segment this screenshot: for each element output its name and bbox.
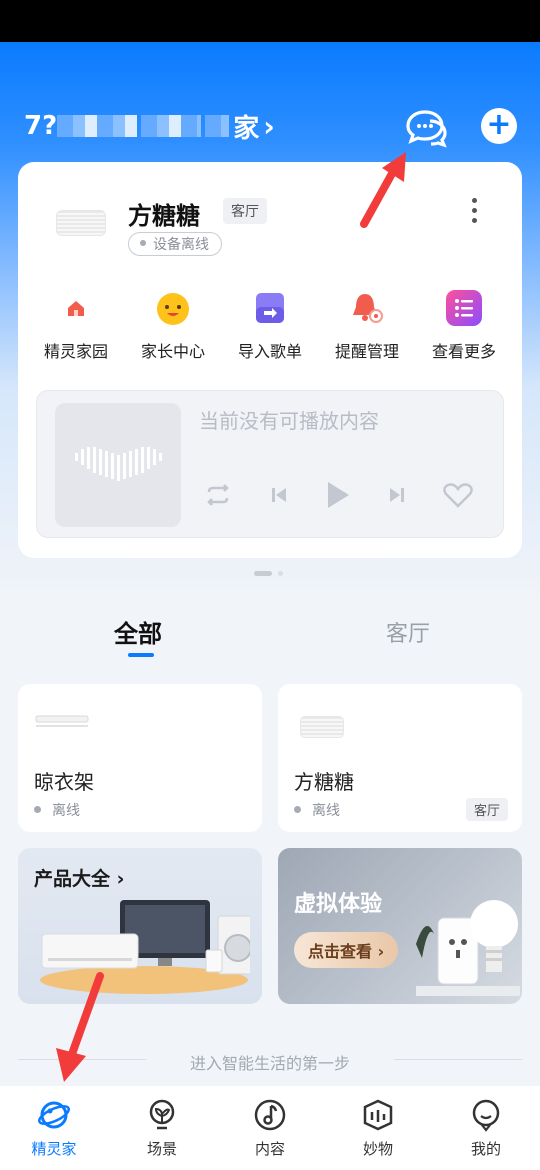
heart-icon[interactable] <box>443 482 473 512</box>
nav-label: 场景 <box>146 1140 177 1158</box>
nav-label: 妙物 <box>362 1140 393 1158</box>
device-name: 方糖糖 <box>294 770 354 794</box>
bottom-nav: 精灵家 场景 内容 妙物 我的 <box>0 1086 540 1170</box>
face-icon <box>469 1098 503 1132</box>
quick-action-parent-center[interactable]: 家长中心 <box>125 288 221 362</box>
device-status: 离线 <box>34 800 80 820</box>
device-name: 方糖糖 <box>128 202 200 230</box>
drying-rack-icon <box>35 715 89 727</box>
player-placeholder: 当前没有可播放内容 <box>199 409 379 433</box>
play-icon[interactable] <box>325 480 351 514</box>
quick-action-label: 导入歌单 <box>237 342 302 361</box>
status-bar <box>0 0 540 42</box>
import-playlist-icon <box>250 288 290 328</box>
card-pager <box>254 571 286 577</box>
home-icon <box>56 288 96 328</box>
more-vertical-icon[interactable] <box>466 198 482 228</box>
redacted-text <box>205 115 230 137</box>
bell-icon <box>347 288 387 328</box>
quick-action-home[interactable]: 精灵家园 <box>28 288 124 362</box>
home-selector[interactable]: 7? 家 › <box>24 108 275 144</box>
device-tile-speaker[interactable]: 方糖糖 离线 客厅 <box>278 684 522 832</box>
nav-item-scenes[interactable]: 场景 <box>108 1086 216 1170</box>
promo-title: 虚拟体验 <box>294 892 383 917</box>
annotation-arrow-icon <box>56 972 104 1082</box>
player-controls <box>203 479 473 515</box>
box-icon <box>361 1098 395 1132</box>
bulb-leaf-icon <box>145 1098 179 1132</box>
add-icon[interactable]: + <box>481 108 517 144</box>
device-status-badge: 设备离线 <box>128 232 222 256</box>
speaker-icon <box>300 716 344 738</box>
quick-action-label: 提醒管理 <box>334 342 399 361</box>
tab-indicator <box>128 653 154 657</box>
device-card[interactable]: 方糖糖 客厅 设备离线 精灵家园 家长中心 导入歌单 提醒管理 查看更多 当前没… <box>18 162 522 558</box>
redacted-text <box>57 115 138 137</box>
quick-action-label: 查看更多 <box>431 342 496 361</box>
quick-action-more[interactable]: 查看更多 <box>416 288 512 362</box>
home-name-prefix: 7? <box>24 111 58 141</box>
more-list-icon <box>444 288 484 328</box>
quick-action-import-playlist[interactable]: 导入歌单 <box>222 288 318 362</box>
device-name: 晾衣架 <box>34 770 94 794</box>
nav-item-content[interactable]: 内容 <box>216 1086 324 1170</box>
device-room-badge: 客厅 <box>465 798 508 821</box>
device-room-badge: 客厅 <box>223 198 267 224</box>
music-player: 当前没有可播放内容 <box>36 390 504 538</box>
device-tile-drying-rack[interactable]: 晾衣架 离线 <box>18 684 262 832</box>
quick-action-reminders[interactable]: 提醒管理 <box>319 288 415 362</box>
next-icon[interactable] <box>387 485 407 509</box>
home-name-suffix: 家 <box>233 113 260 144</box>
redacted-text <box>141 115 202 137</box>
tab-living-room[interactable]: 客厅 <box>386 616 430 648</box>
device-status: 离线 <box>294 800 340 820</box>
nav-item-home[interactable]: 精灵家 <box>0 1086 108 1170</box>
planet-icon <box>37 1098 71 1132</box>
kid-face-icon <box>153 288 193 328</box>
repeat-icon[interactable] <box>203 484 233 510</box>
previous-icon[interactable] <box>269 485 289 509</box>
virtual-experience-banner[interactable]: 虚拟体验 点击查看 › <box>278 848 522 1004</box>
album-cover <box>55 403 181 527</box>
music-note-icon <box>253 1098 287 1132</box>
quick-action-label: 家长中心 <box>140 342 205 361</box>
nav-label: 精灵家 <box>31 1140 77 1158</box>
nav-label: 内容 <box>254 1140 285 1158</box>
view-now-button[interactable]: 点击查看 › <box>294 932 399 968</box>
promo-title: 产品大全 › <box>34 868 125 890</box>
tab-all[interactable]: 全部 <box>114 614 162 649</box>
chevron-right-icon: › <box>263 109 275 143</box>
device-thumbnail <box>56 210 106 236</box>
nav-item-goods[interactable]: 妙物 <box>324 1086 432 1170</box>
quick-action-label: 精灵家园 <box>43 342 108 361</box>
nav-label: 我的 <box>470 1140 501 1158</box>
nav-item-me[interactable]: 我的 <box>432 1086 540 1170</box>
smart-devices-illustration <box>416 900 520 996</box>
chat-icon[interactable] <box>404 104 450 150</box>
annotation-arrow-icon <box>360 152 406 228</box>
quick-actions: 精灵家园 家长中心 导入歌单 提醒管理 查看更多 <box>28 288 512 362</box>
